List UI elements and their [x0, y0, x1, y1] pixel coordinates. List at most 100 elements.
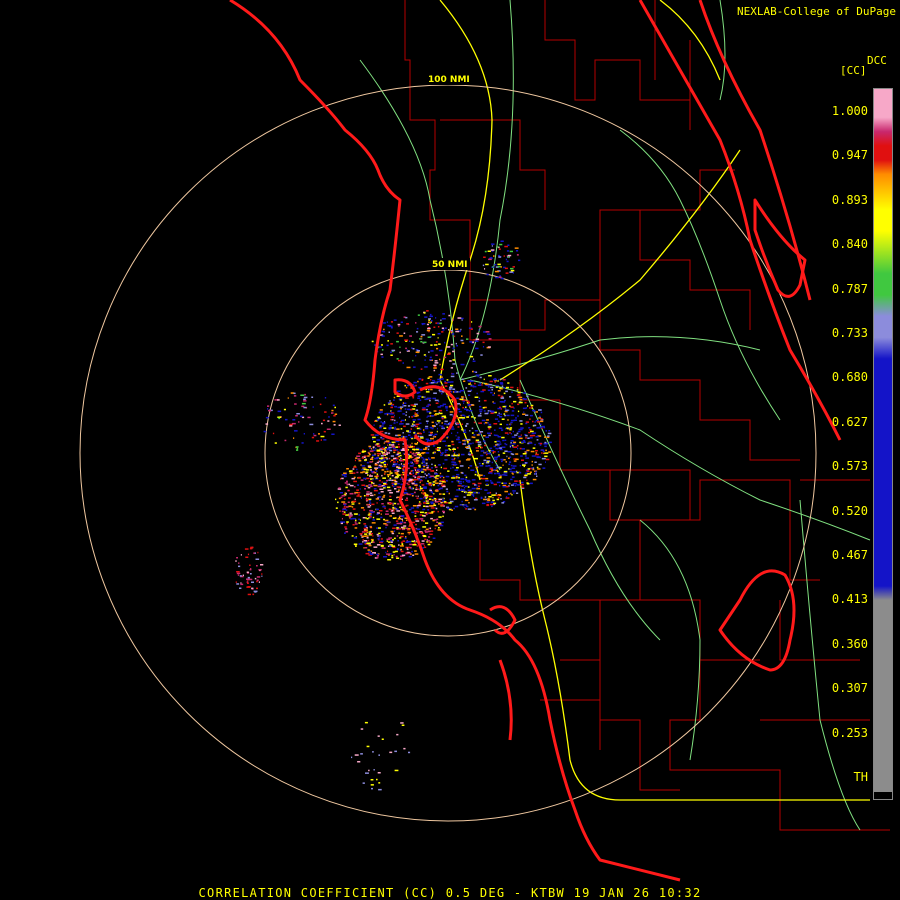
echo-pixel	[497, 470, 499, 473]
echo-pixel	[370, 494, 374, 497]
echo-pixel	[493, 434, 496, 436]
echo-pixel	[468, 502, 470, 504]
echo-pixel	[380, 538, 383, 540]
echo-pixel	[412, 348, 415, 350]
echo-pixel	[475, 471, 477, 473]
echo-pixel	[480, 450, 485, 452]
echo-pixel	[425, 452, 430, 454]
echo-pixel	[448, 508, 452, 511]
echo-pixel	[450, 331, 452, 334]
echo-pixel	[364, 525, 367, 528]
echo-pixel	[430, 437, 434, 440]
echo-pixel	[418, 466, 421, 468]
echo-pixel	[491, 389, 493, 391]
echo-pixel	[433, 504, 437, 507]
echo-pixel	[483, 475, 486, 477]
echo-pixel	[287, 397, 289, 399]
echo-pixel	[490, 432, 492, 435]
echo-pixel	[490, 249, 495, 251]
echo-pixel	[438, 421, 440, 424]
echo-pixel	[346, 522, 348, 525]
echo-pixel	[485, 480, 489, 482]
echo-pixel	[503, 482, 507, 484]
echo-pixel	[398, 464, 401, 466]
echo-pixel	[400, 548, 402, 551]
echo-pixel	[375, 470, 378, 472]
echo-pixel	[341, 495, 346, 497]
echo-pixel	[467, 486, 470, 488]
echo-pixel	[366, 477, 370, 480]
echo-pixel	[355, 545, 357, 547]
echo-pixel	[486, 450, 488, 453]
echo-pixel	[381, 474, 383, 477]
echo-pixel	[505, 272, 509, 274]
echo-pixel	[510, 464, 513, 467]
radar-title: CORRELATION COEFFICIENT (CC) 0.5 DEG - K…	[198, 886, 702, 900]
echo-pixel	[400, 508, 404, 511]
echo-pixel	[347, 501, 350, 503]
echo-pixel	[341, 477, 344, 480]
echo-pixel	[489, 409, 491, 412]
echo-pixel	[397, 540, 399, 542]
echo-pixel	[437, 484, 440, 487]
echo-pixel	[247, 553, 250, 556]
echo-pixel	[456, 397, 459, 399]
echo-pixel	[422, 407, 426, 409]
echo-pixel	[367, 455, 370, 457]
echo-pixel	[396, 496, 398, 499]
echo-pixel	[360, 507, 365, 509]
echo-pixel	[379, 430, 384, 433]
echo-pixel	[499, 387, 502, 389]
echo-pixel	[353, 543, 358, 545]
echo-pixel	[423, 544, 425, 547]
echo-pixel	[442, 515, 444, 518]
echo-pixel	[295, 446, 299, 448]
echo-pixel	[413, 432, 416, 434]
echo-pixel	[549, 441, 552, 444]
echo-pixel	[414, 476, 417, 479]
echo-pixel	[425, 528, 429, 531]
echo-pixel	[479, 412, 482, 415]
echo-pixel	[345, 486, 348, 489]
echo-pixel	[390, 327, 393, 329]
echo-pixel	[378, 492, 381, 494]
echo-pixel	[371, 787, 373, 790]
echo-pixel	[385, 510, 389, 512]
echo-pixel	[412, 421, 415, 423]
echo-pixel	[370, 511, 374, 514]
echo-pixel	[468, 442, 472, 445]
echo-pixel	[480, 446, 483, 449]
echo-pixel	[493, 445, 496, 448]
echo-pixel	[422, 526, 427, 528]
echo-pixel	[444, 451, 447, 453]
legend-unit: [CC]	[840, 64, 867, 77]
echo-pixel	[412, 419, 417, 421]
echo-pixel	[392, 506, 395, 509]
echo-pixel	[464, 499, 469, 502]
echo-pixel	[381, 330, 384, 333]
echo-pixel	[423, 476, 425, 478]
echo-pixel	[496, 494, 499, 497]
echo-pixel	[420, 511, 424, 514]
echo-pixel	[411, 341, 414, 343]
echo-pixel	[547, 432, 552, 435]
echo-pixel	[429, 541, 433, 543]
echo-pixel	[483, 452, 486, 454]
echo-pixel	[465, 406, 467, 408]
echo-pixel	[467, 489, 472, 492]
echo-pixel	[411, 453, 415, 455]
echo-pixel	[487, 386, 490, 388]
echo-pixel	[507, 382, 510, 384]
echo-pixel	[423, 502, 427, 504]
echo-pixel	[484, 268, 486, 270]
echo-pixel	[493, 469, 496, 471]
echo-pixel	[388, 451, 390, 454]
echo-pixel	[252, 593, 255, 596]
echo-pixel	[417, 452, 420, 454]
echo-pixel	[497, 414, 500, 416]
echo-pixel	[444, 423, 447, 425]
echo-pixel	[431, 499, 434, 501]
echo-pixel	[460, 339, 464, 342]
echo-pixel	[388, 428, 391, 430]
echo-pixel	[414, 518, 419, 520]
